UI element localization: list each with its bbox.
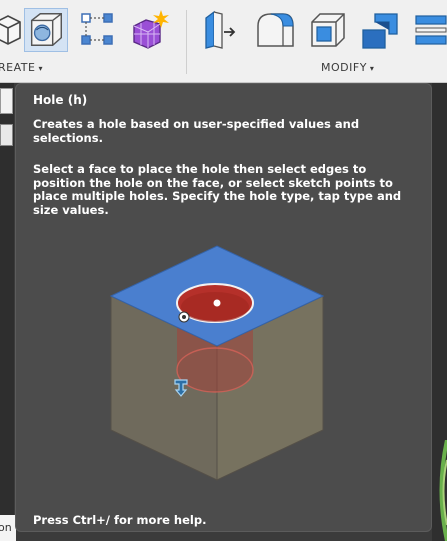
create-menu-label[interactable]: REATE ▾ [0, 61, 43, 74]
combine-icon[interactable] [359, 8, 403, 52]
shell-icon[interactable] [306, 8, 350, 52]
create-form-icon[interactable] [128, 8, 172, 52]
browser-field[interactable] [0, 88, 13, 114]
offset-face-icon[interactable] [412, 8, 447, 52]
browser-panel [0, 83, 14, 541]
toolbar-divider [186, 10, 187, 74]
tooltip-description: Creates a hole based on user-specified v… [33, 117, 360, 145]
rectangular-pattern-icon[interactable] [76, 8, 120, 52]
fillet-icon[interactable] [253, 8, 297, 52]
modify-menu-label[interactable]: MODIFY ▾ [321, 61, 374, 74]
toolbar: REATE ▾ MODIFY ▾ [0, 0, 447, 83]
hole-icon[interactable] [24, 8, 68, 52]
bottom-panel-label[interactable]: on [0, 515, 16, 541]
viewcube-edge [439, 440, 447, 541]
tooltip-footer: Press Ctrl+/ for more help. [33, 513, 207, 527]
browser-field-secondary[interactable] [0, 124, 13, 146]
tooltip-title: Hole (h) [33, 93, 88, 107]
hole-illustration [110, 245, 324, 481]
press-pull-icon[interactable] [200, 8, 244, 52]
tooltip-instructions: Select a face to place the hole then sel… [33, 162, 402, 217]
hole-tooltip: Hole (h) Creates a hole based on user-sp… [15, 83, 432, 532]
